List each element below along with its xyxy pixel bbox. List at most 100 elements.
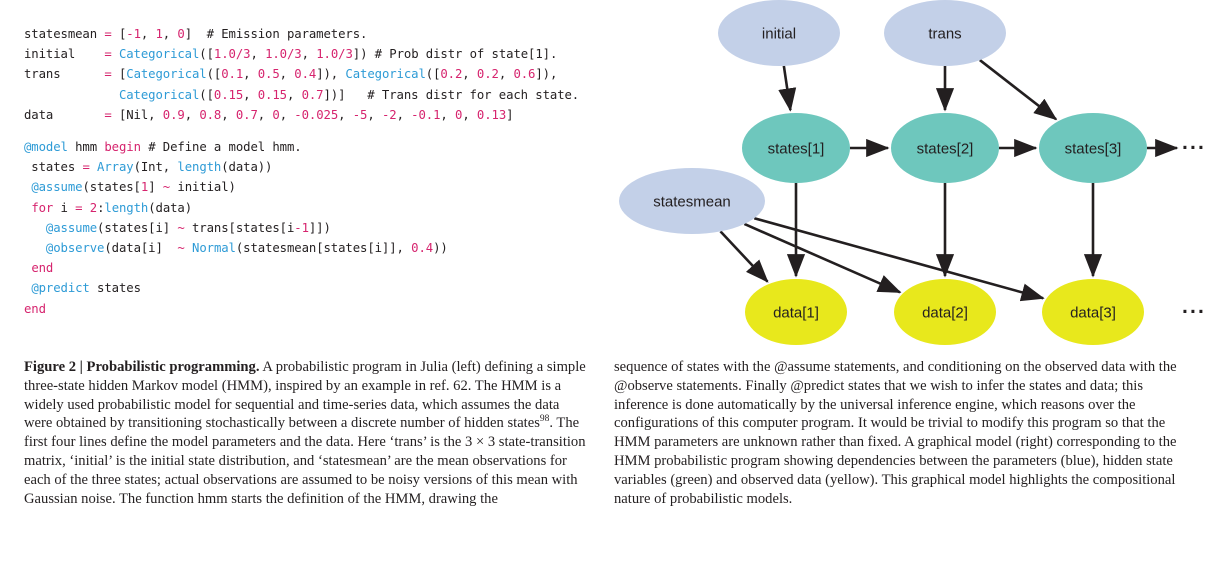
code-token-plain: , — [140, 27, 156, 41]
states-ellipsis: ··· — [1182, 137, 1206, 160]
code-token-plain: ]), — [535, 67, 558, 82]
code-token-num: 0 — [272, 107, 280, 122]
node-label-data2: data[2] — [922, 305, 968, 322]
code-token-plain: ] — [148, 180, 163, 195]
code-token-plain: ]), — [316, 67, 346, 82]
code-line: for i = 2:length(data) — [24, 198, 590, 218]
code-token-plain: , — [338, 107, 353, 122]
code-line: @observe(data[i] ~ Normal(statesmean[sta… — [24, 238, 590, 258]
code-token-num: 0.9 — [162, 107, 185, 122]
code-token-plain: (data)) — [221, 160, 273, 175]
code-line: initial = Categorical([1.0/3, 1.0/3, 1.0… — [24, 44, 590, 64]
node-label-initial: initial — [762, 26, 796, 43]
code-token-kw: end — [31, 261, 54, 276]
code-token-fn: length — [177, 160, 222, 175]
code-token-plain: , — [462, 107, 477, 122]
code-line: trans = [Categorical([0.1, 0.5, 0.4]), C… — [24, 64, 590, 84]
code-token-num: -1 — [294, 220, 309, 235]
edge-initial-to-states1 — [778, 65, 797, 112]
node-statesmean: statesmean — [619, 168, 765, 234]
code-token-plain: ])] # Trans distr for each state. — [323, 87, 580, 102]
code-token-plain: (statesmean[states[i]], — [235, 241, 412, 256]
code-token-plain: ] # Emission parameters. — [184, 27, 368, 41]
code-line: data = [Nil, 0.9, 0.8, 0.7, 0, -0.025, -… — [24, 105, 590, 125]
code-token-num: -0.1 — [411, 107, 441, 122]
code-token-plain: (states[ — [82, 180, 141, 195]
code-token-num: 3 — [294, 47, 302, 62]
code-token-num: -2 — [381, 107, 397, 122]
graphical-model-svg: initial trans statesmean states[1] states[2]… — [619, 0, 1206, 345]
code-listing: statesmean = [-1, 1, 0] # Emission param… — [24, 24, 590, 340]
node-label-states2: states[2] — [917, 141, 974, 158]
code-token-plain: , — [498, 67, 514, 82]
code-token-fn: Categorical — [126, 67, 207, 82]
code-token-op: = — [104, 47, 119, 62]
code-token-plain: i — [53, 200, 76, 215]
code-token-plain: , — [462, 67, 477, 82]
code-token-num: 0.4 — [411, 241, 434, 256]
code-line: @assume(states[1] ~ initial) — [24, 177, 590, 197]
figure-caption-right-text: sequence of states with the @assume stat… — [614, 359, 1177, 507]
code-token-op: ~ — [177, 241, 185, 256]
node-label-states1: states[1] — [768, 141, 825, 158]
code-line: @assume(states[i] ~ trans[states[i-1]]) — [24, 218, 590, 238]
code-token-plain: trans[states[i — [184, 220, 295, 235]
code-token-plain: initial) — [170, 180, 236, 195]
node-data2: data[2] — [894, 279, 996, 345]
code-token-kw: end — [24, 301, 46, 316]
code-token-plain: (data) — [148, 200, 193, 215]
code-token-var: data — [24, 107, 105, 122]
figure-caption-right: sequence of states with the @assume stat… — [614, 358, 1186, 508]
code-token-num: 0.5 — [257, 67, 280, 82]
code-token-plain: , — [279, 67, 295, 82]
code-token-plain: (data[i] — [104, 241, 178, 256]
code-token-num: 0.15 — [257, 87, 287, 102]
code-token-num: 0.8 — [199, 107, 222, 122]
code-token-fn: length — [104, 200, 149, 215]
code-token-fn: Categorical — [118, 87, 200, 102]
code-token-plain: , — [301, 47, 317, 62]
code-token-num: 2 — [89, 200, 98, 215]
graphical-model-diagram: initial trans statesmean states[1] states[2]… — [600, 0, 1208, 348]
code-token-macro: @assume — [31, 180, 83, 195]
code-token-plain: )) — [433, 241, 448, 256]
code-line: Categorical([0.15, 0.15, 0.7])] # Trans … — [24, 85, 590, 105]
ellipsis-layer: ··· ··· — [1182, 137, 1206, 324]
code-token-plain: , — [184, 107, 200, 122]
code-token-num: 0.15 — [213, 87, 244, 102]
figure-caption-superscript: 98 — [539, 414, 550, 425]
code-token-fn: Categorical — [118, 47, 200, 62]
code-token-plain: , — [243, 67, 258, 82]
code-token-num: 0.7 — [301, 87, 324, 102]
code-token-macro: @model — [24, 140, 68, 155]
node-data1: data[1] — [745, 279, 847, 345]
code-token-plain: , — [162, 27, 178, 41]
code-token-var: initial — [24, 47, 105, 62]
code-token-plain: ]) # Prob distr of state[1]. — [352, 47, 558, 62]
code-token-plain: [Nil, — [118, 107, 163, 122]
code-token-plain: , — [257, 107, 273, 122]
code-token-plain: states — [89, 281, 141, 296]
code-token-op: = — [104, 107, 119, 122]
code-token-num: 0.1 — [221, 67, 244, 82]
code-token-num: 1.0 — [213, 47, 236, 62]
code-token-op: = — [82, 160, 98, 175]
code-token-macro: @assume — [45, 220, 98, 235]
code-token-num: 3 — [345, 47, 353, 62]
node-states3: states[3] — [1039, 113, 1147, 183]
code-token-macro: @observe — [45, 241, 105, 256]
code-token-num: -5 — [352, 107, 368, 122]
code-token-kw: begin — [104, 140, 141, 155]
code-token-plain: , — [250, 47, 266, 62]
code-line: end — [24, 258, 590, 278]
code-token-var: statesmean — [24, 27, 105, 41]
code-token-fn: Categorical — [345, 67, 426, 82]
node-data3: data[3] — [1042, 279, 1144, 345]
code-token-plain: , — [286, 87, 302, 102]
code-token-plain: , — [396, 107, 412, 122]
code-token-kw: for — [31, 200, 54, 215]
node-layer: initial trans statesmean states[1] states[2]… — [619, 0, 1147, 345]
